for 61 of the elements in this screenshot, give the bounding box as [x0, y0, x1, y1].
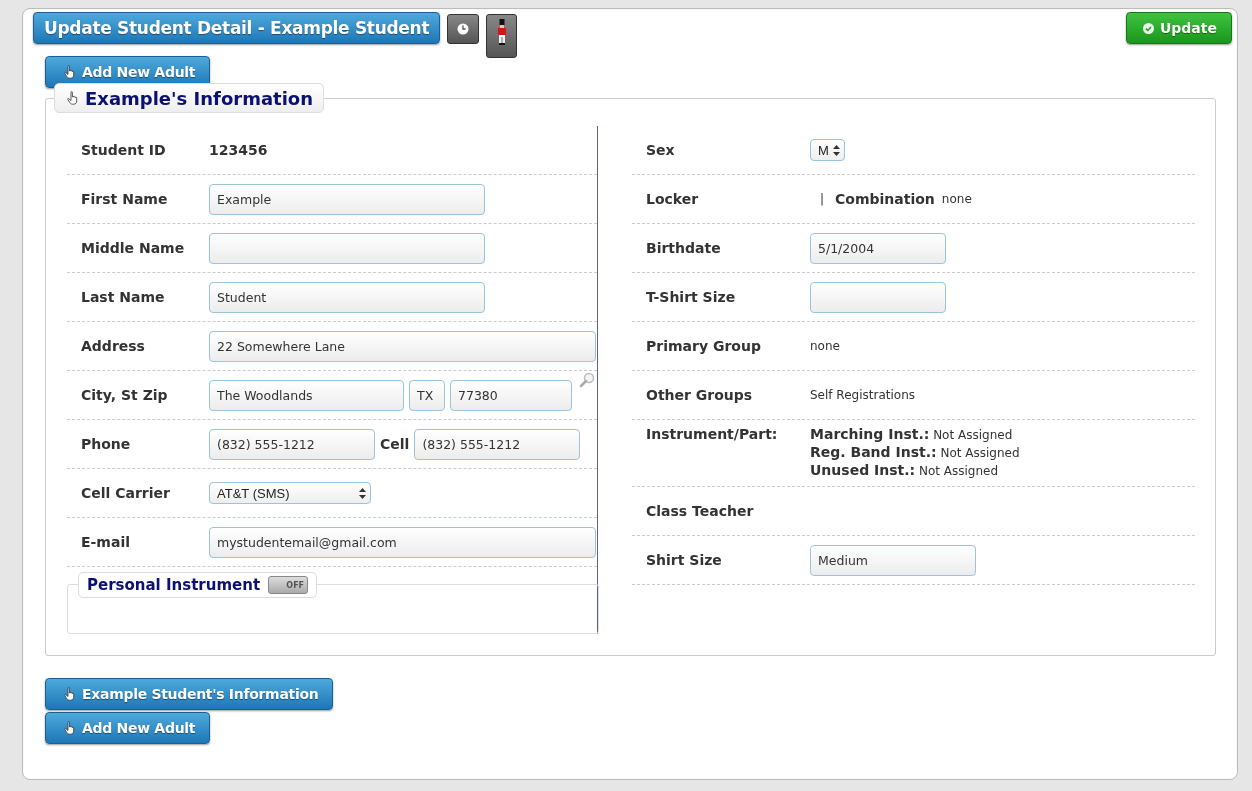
input-field[interactable]: The Woodlands: [209, 379, 404, 411]
input-field[interactable]: Student: [209, 281, 485, 313]
toolbar-button[interactable]: [447, 14, 480, 44]
input-field[interactable]: (832) 555-1212: [414, 428, 581, 460]
assignment-line: Marching Inst.: Not Assigned: [810, 426, 1014, 444]
field-label: Shirt Size: [646, 552, 723, 568]
input-field[interactable]: 22 Somewhere Lane: [209, 330, 596, 362]
search-icon[interactable]: [579, 371, 595, 388]
field-value: |: [820, 192, 825, 206]
field-value: 123456: [209, 142, 268, 158]
field-label: Middle Name: [81, 240, 186, 256]
field-label: Sex: [646, 142, 676, 158]
input-field[interactable]: [209, 232, 485, 264]
input-field[interactable]: Example: [209, 183, 485, 215]
toy-soldier-icon: [495, 19, 508, 45]
clock-icon: [457, 23, 470, 35]
field-value: Self Registrations: [810, 388, 915, 402]
hand-pointer-icon: [64, 721, 76, 735]
field-label: T-Shirt Size: [646, 289, 737, 305]
input-field[interactable]: 5/1/2004: [810, 232, 946, 264]
assignment-line: Reg. Band Inst.: Not Assigned: [810, 444, 1020, 462]
field-label: Last Name: [81, 289, 166, 305]
field-label: City, St Zip: [81, 387, 169, 403]
hand-pointer-icon: [67, 91, 79, 105]
field-label: Class Teacher: [646, 503, 755, 519]
field-label: Address: [81, 338, 146, 354]
field-label: Phone: [81, 436, 132, 452]
page-title-button[interactable]: Update Student Detail - Example Student: [33, 12, 441, 44]
field-label: Cell Carrier: [81, 485, 171, 501]
nav-button[interactable]: Add New Adult: [45, 712, 211, 744]
field-label: First Name: [81, 191, 169, 207]
input-field[interactable]: [810, 281, 946, 313]
spinner-arrows-icon: [359, 487, 366, 499]
field-label: Instrument/Part:: [646, 426, 779, 442]
check-icon: [1142, 22, 1154, 34]
input-field[interactable]: Medium: [810, 544, 976, 576]
hand-pointer-icon: [64, 65, 76, 79]
inline-label: Combination: [835, 191, 935, 207]
field-label: Locker: [646, 191, 700, 207]
toggle-switch[interactable]: OFF: [268, 576, 309, 594]
toolbar-button[interactable]: [486, 14, 518, 58]
field-label: E-mail: [81, 534, 131, 550]
field-value: none: [810, 339, 840, 353]
input-field[interactable]: (832) 555-1212: [209, 428, 375, 460]
field-label: Birthdate: [646, 240, 722, 256]
dropdown[interactable]: AT&T (SMS): [209, 482, 371, 504]
spinner-arrows-icon: [832, 144, 840, 156]
field-label: Student ID: [81, 142, 167, 158]
field-label: Primary Group: [646, 338, 762, 354]
input-field[interactable]: TX: [409, 379, 445, 411]
input-field[interactable]: mystudentemail@gmail.com: [209, 526, 596, 558]
inline-label: Cell: [380, 436, 410, 452]
section-heading[interactable]: Example's Information: [54, 83, 324, 113]
subsection-title: Personal Instrument: [87, 576, 261, 594]
hand-pointer-icon: [64, 687, 76, 701]
nav-button[interactable]: Example Student's Information: [45, 678, 334, 710]
field-label: Other Groups: [646, 387, 754, 403]
assignment-line: Unused Inst.: Not Assigned: [810, 462, 1000, 480]
input-field[interactable]: 77380: [450, 379, 572, 411]
dropdown[interactable]: M: [810, 139, 845, 161]
field-value: none: [941, 192, 972, 206]
